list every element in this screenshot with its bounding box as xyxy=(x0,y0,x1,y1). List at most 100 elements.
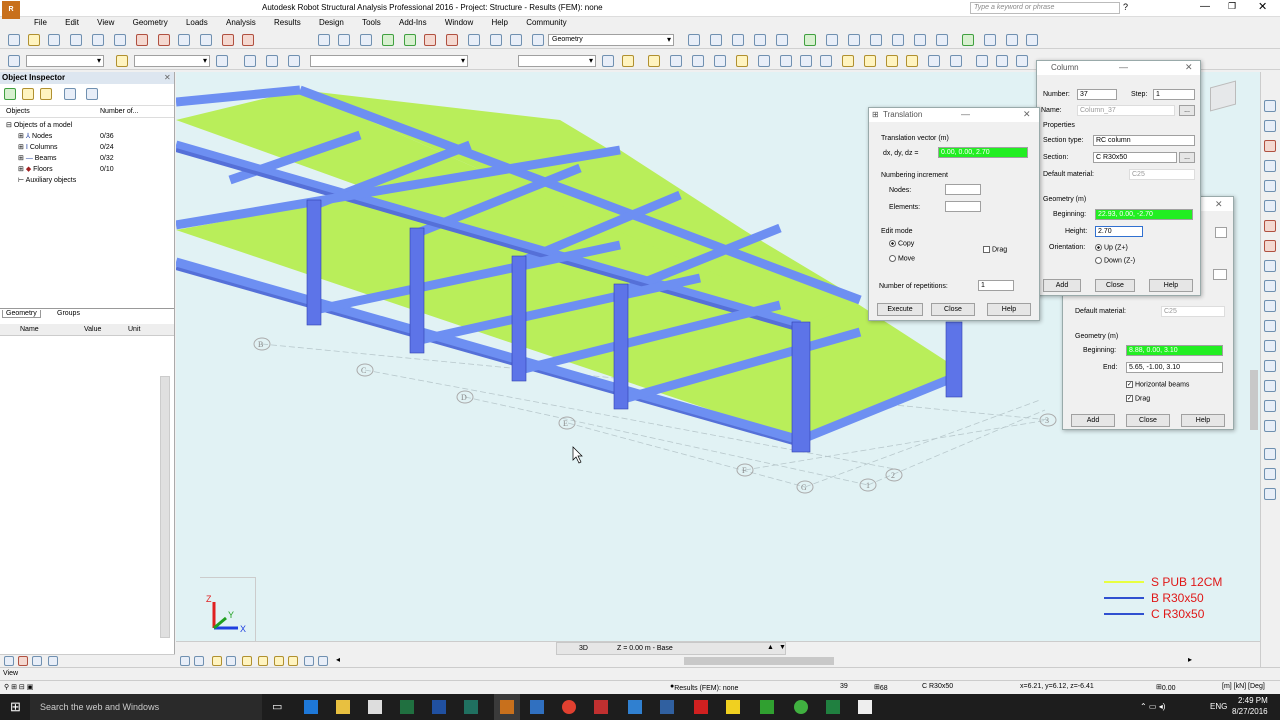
rotate-icon[interactable] xyxy=(692,55,704,67)
level-down-icon[interactable]: ▼ xyxy=(779,644,786,651)
paste-icon[interactable] xyxy=(200,34,212,46)
copy-radio[interactable]: Copy xyxy=(889,240,914,247)
level-label[interactable]: Z = 0.00 m - Base xyxy=(617,645,673,652)
column-number-field[interactable]: 37 xyxy=(1077,89,1117,100)
open-file-icon[interactable] xyxy=(28,34,40,46)
rt-support-icon[interactable] xyxy=(1264,140,1276,152)
drag-checkbox[interactable]: Drag xyxy=(983,246,1007,253)
inspector-close-icon[interactable]: ✕ xyxy=(164,73,171,82)
legend-icon[interactable] xyxy=(1026,34,1038,46)
chrome-icon[interactable] xyxy=(562,700,576,714)
column-name-field[interactable]: Column_37 xyxy=(1077,105,1175,116)
undo-icon[interactable] xyxy=(222,34,234,46)
repetitions-field[interactable]: 1 xyxy=(978,280,1014,291)
menu-design[interactable]: Design xyxy=(319,17,344,29)
menu-tools[interactable]: Tools xyxy=(362,17,381,29)
mirror-icon[interactable] xyxy=(714,55,726,67)
settings-icon[interactable] xyxy=(490,34,502,46)
bar-icon[interactable] xyxy=(710,34,722,46)
column-down-radio[interactable]: Down (Z-) xyxy=(1095,257,1135,264)
print-icon[interactable] xyxy=(70,34,82,46)
beam-drag-checkbox[interactable]: ✓ Drag xyxy=(1126,395,1150,402)
analysis-icon[interactable] xyxy=(424,34,436,46)
clock-time[interactable]: 2:49 PM xyxy=(1238,696,1268,705)
menu-results[interactable]: Results xyxy=(274,17,301,29)
filter-icon[interactable] xyxy=(1006,34,1018,46)
story-icon[interactable] xyxy=(1016,55,1028,67)
view-3d-icon[interactable] xyxy=(382,34,394,46)
redo-icon[interactable] xyxy=(242,34,254,46)
translation-help-button[interactable]: Help xyxy=(987,303,1031,316)
view-edit-icon[interactable] xyxy=(18,656,28,666)
column-help-button[interactable]: Help xyxy=(1149,279,1193,292)
view-tab-5-icon[interactable] xyxy=(242,656,252,666)
floor-icon[interactable] xyxy=(996,55,1008,67)
zoom-icon[interactable] xyxy=(338,34,350,46)
rt-combination-icon[interactable] xyxy=(1264,280,1276,292)
view-table-icon[interactable] xyxy=(32,656,42,666)
app-icon-8[interactable] xyxy=(858,700,872,714)
help-icon[interactable]: ? xyxy=(1123,2,1128,12)
maximize-button[interactable]: ❐ xyxy=(1228,1,1236,12)
close-window-button[interactable]: ✕ xyxy=(1258,0,1267,13)
cut-icon[interactable] xyxy=(158,34,170,46)
support-icon[interactable] xyxy=(754,34,766,46)
view-tab-2-icon[interactable] xyxy=(194,656,204,666)
save-icon[interactable] xyxy=(48,34,60,46)
zoom-all-icon[interactable] xyxy=(360,34,372,46)
structure-model-icon[interactable] xyxy=(404,34,416,46)
view-tab-7-icon[interactable] xyxy=(274,656,284,666)
new-file-icon[interactable] xyxy=(8,34,20,46)
beam-field-hidden-2[interactable] xyxy=(1213,269,1227,280)
status-units[interactable]: [m] [kN] [Deg] xyxy=(1222,683,1265,690)
task-view-icon[interactable]: ▭ xyxy=(272,700,282,713)
tables-icon[interactable] xyxy=(468,34,480,46)
beam-dialog-close-icon[interactable]: ✕ xyxy=(1215,199,1223,210)
status-tools-icon[interactable]: ⚲ ⊞ ⊟ ▣ xyxy=(4,683,33,691)
autocad-icon[interactable] xyxy=(694,700,708,714)
column-height-field[interactable]: 2.70 xyxy=(1095,226,1143,237)
column-material-field[interactable]: C25 xyxy=(1129,169,1195,180)
case-prev-icon[interactable] xyxy=(244,55,256,67)
publisher-icon[interactable] xyxy=(464,700,478,714)
view-tab-4-icon[interactable] xyxy=(226,656,236,666)
menu-help[interactable]: Help xyxy=(492,17,508,29)
rt-load-icon[interactable] xyxy=(1264,260,1276,272)
tray-icons[interactable]: ⌃ ▭ ◂) xyxy=(1140,702,1165,711)
filter-selection-icon[interactable] xyxy=(116,55,128,67)
lock-icon[interactable] xyxy=(318,34,330,46)
rt-report-icon[interactable] xyxy=(1264,488,1276,500)
print-preview-icon[interactable] xyxy=(92,34,104,46)
column-section-type-select[interactable]: RC column xyxy=(1093,135,1195,146)
column-close-button[interactable]: Close xyxy=(1095,279,1135,292)
panel-icon[interactable] xyxy=(732,34,744,46)
scroll-left-icon[interactable]: ◂ xyxy=(336,655,340,664)
edit-icon[interactable] xyxy=(804,34,816,46)
scroll-right-icon[interactable]: ▸ xyxy=(1188,655,1192,664)
help-search-input[interactable]: Type a keyword or phrase xyxy=(970,2,1120,14)
section-icon[interactable] xyxy=(892,34,904,46)
scale-icon[interactable] xyxy=(736,55,748,67)
robot-logo-icon[interactable]: R xyxy=(2,1,20,19)
view-mode-label[interactable]: 3D xyxy=(579,645,588,652)
translation-minimize-icon[interactable]: — xyxy=(961,109,970,119)
rt-beam-icon[interactable] xyxy=(1264,200,1276,212)
horizontal-scrollbar[interactable] xyxy=(684,657,834,665)
rt-calc-icon[interactable] xyxy=(1264,300,1276,312)
settings-taskbar-icon[interactable] xyxy=(530,700,544,714)
menu-analysis[interactable]: Analysis xyxy=(226,17,256,29)
column-step-field[interactable]: 1 xyxy=(1153,89,1195,100)
column-add-button[interactable]: Add xyxy=(1043,279,1081,292)
extend-icon[interactable] xyxy=(864,55,876,67)
store-icon[interactable] xyxy=(368,700,382,714)
menu-addins[interactable]: Add-Ins xyxy=(399,17,427,29)
beam-material-field[interactable]: C25 xyxy=(1161,306,1225,317)
taskbar-search[interactable]: Search the web and Windows xyxy=(30,694,262,720)
link-icon[interactable] xyxy=(602,55,614,67)
view-tab-9-icon[interactable] xyxy=(304,656,314,666)
properties-scrollbar[interactable] xyxy=(160,376,170,638)
tab-groups[interactable]: Groups xyxy=(54,310,83,317)
release-icon[interactable] xyxy=(776,34,788,46)
excel-icon[interactable] xyxy=(400,700,414,714)
app-icon-6[interactable] xyxy=(794,700,808,714)
